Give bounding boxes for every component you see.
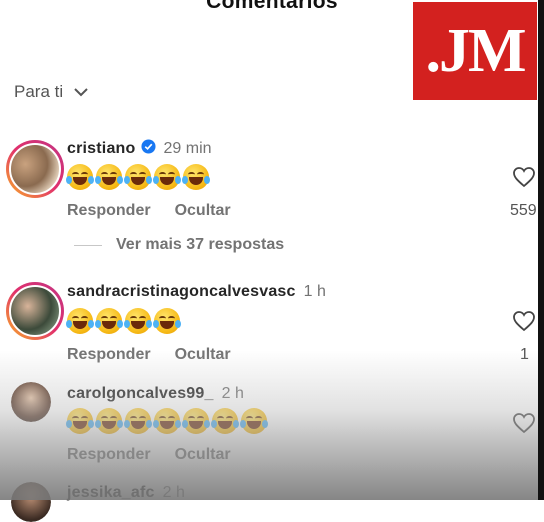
- screen-edge: [538, 0, 544, 500]
- heart-icon[interactable]: [512, 310, 536, 332]
- tears-of-joy-icon: [95, 308, 123, 334]
- hide-button[interactable]: Ocultar: [175, 446, 231, 464]
- avatar[interactable]: [6, 140, 64, 198]
- tears-of-joy-icon: [153, 408, 181, 434]
- tears-of-joy-icon: [153, 308, 181, 334]
- rolling-laughing-icon: [182, 164, 210, 190]
- tears-of-joy-icon: [182, 408, 210, 434]
- chevron-down-icon: [74, 88, 88, 97]
- rolling-laughing-icon: [153, 164, 181, 190]
- comment-text: [66, 308, 183, 334]
- like-count: 559: [510, 202, 537, 219]
- tears-of-joy-icon: [124, 408, 152, 434]
- tears-of-joy-icon: [124, 308, 152, 334]
- jm-logo: .JM: [413, 2, 537, 100]
- rolling-laughing-icon: [95, 164, 123, 190]
- avatar[interactable]: [11, 482, 51, 522]
- comment-text: [66, 408, 270, 434]
- verified-badge-icon: [140, 139, 156, 159]
- reply-button[interactable]: Responder: [67, 446, 151, 464]
- hide-button[interactable]: Ocultar: [175, 202, 231, 220]
- comment-username[interactable]: sandracristinagoncalvesvasc: [67, 283, 296, 301]
- heart-icon[interactable]: [512, 412, 536, 434]
- comment-username[interactable]: carolgoncalves99_: [67, 385, 214, 403]
- like-count: 1: [520, 346, 529, 363]
- tears-of-joy-icon: [211, 408, 239, 434]
- avatar[interactable]: [6, 282, 64, 340]
- hide-button[interactable]: Ocultar: [175, 346, 231, 364]
- tears-of-joy-icon: [240, 408, 268, 434]
- tears-of-joy-icon: [95, 408, 123, 434]
- reply-button[interactable]: Responder: [67, 346, 151, 364]
- rolling-laughing-icon: [124, 164, 152, 190]
- sort-filter-dropdown[interactable]: Para ti: [14, 82, 89, 102]
- comment-time: 29 min: [163, 140, 212, 157]
- comment-time: 1 h: [303, 283, 326, 300]
- tears-of-joy-icon: [66, 308, 94, 334]
- tears-of-joy-icon: [66, 408, 94, 434]
- filter-label: Para ti: [14, 82, 64, 101]
- view-more-replies-button[interactable]: Ver mais 37 respostas: [74, 236, 284, 254]
- heart-icon[interactable]: [512, 166, 536, 188]
- comment-username[interactable]: jessika_afc: [67, 484, 155, 502]
- divider-line: [74, 244, 102, 246]
- reply-button[interactable]: Responder: [67, 202, 151, 220]
- comment-time: 2 h: [162, 484, 185, 501]
- comment-username[interactable]: cristiano: [67, 140, 136, 158]
- comment-time: 2 h: [221, 385, 244, 402]
- comment-text: [66, 164, 212, 190]
- view-more-replies-label: Ver mais 37 respostas: [116, 236, 285, 253]
- rolling-laughing-icon: [66, 164, 94, 190]
- avatar[interactable]: [11, 382, 51, 422]
